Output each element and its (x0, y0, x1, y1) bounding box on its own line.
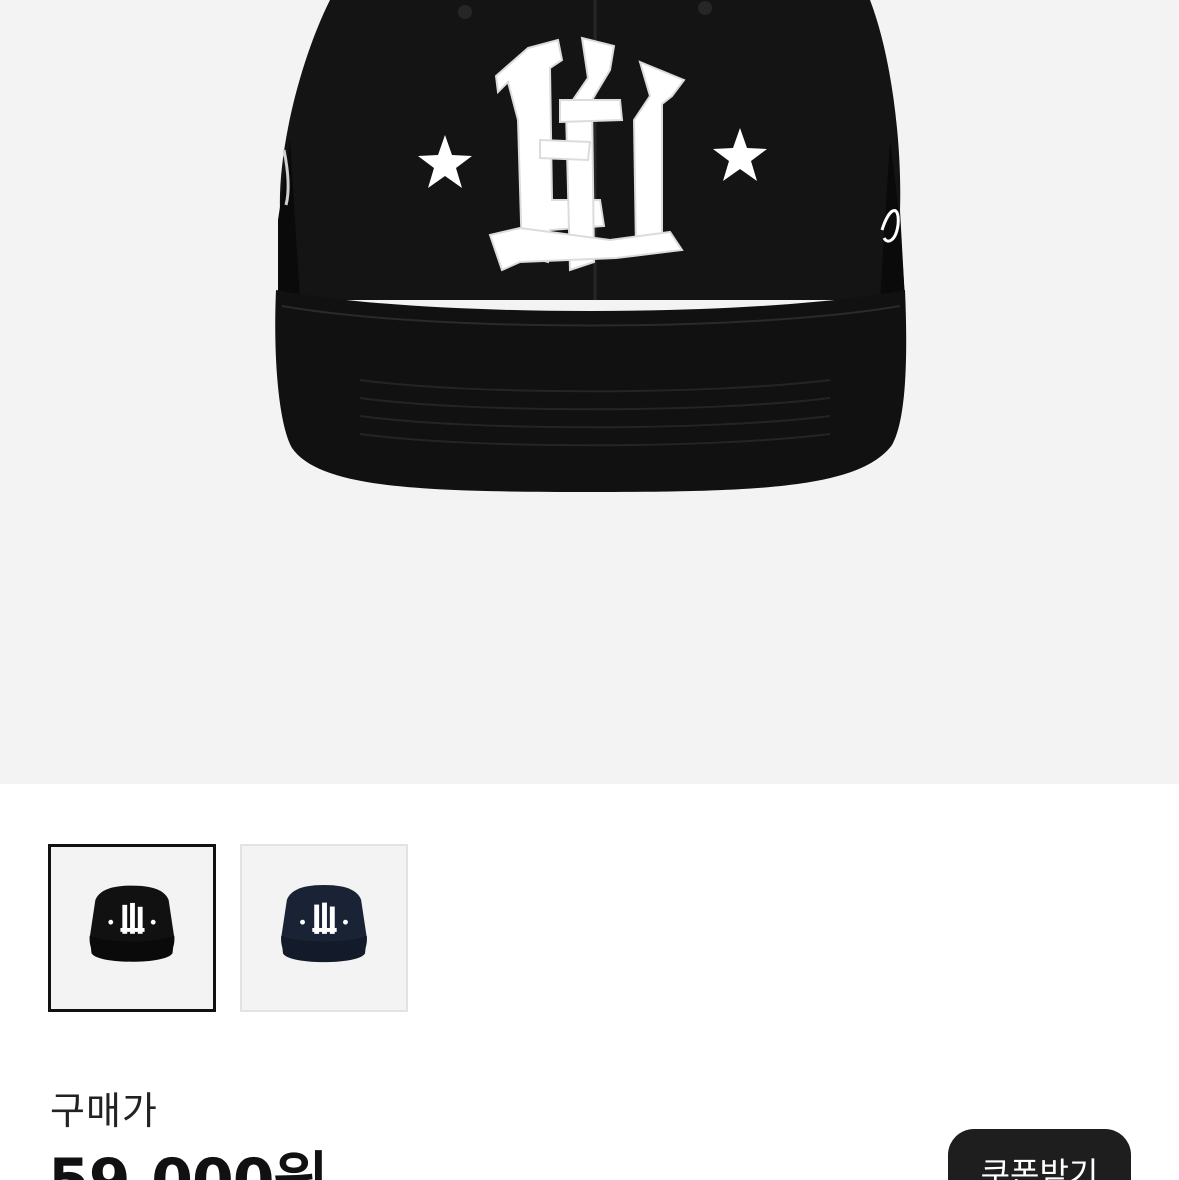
price-value: 59,000원 (48, 1132, 329, 1180)
get-coupon-button[interactable]: 쿠폰받기 (948, 1129, 1131, 1180)
price-label: 구매가 (50, 1089, 158, 1133)
navy-cap-icon (281, 885, 367, 963)
product-main-image (0, 0, 1179, 784)
black-cap-icon (89, 885, 175, 962)
thumbnail-navy-cap[interactable] (240, 844, 408, 1012)
product-detail-page: 구매가 59,000원 쿠폰받기 (0, 0, 1179, 1180)
cap-illustration (275, 0, 907, 492)
thumbnail-black-cap[interactable] (48, 844, 216, 1012)
